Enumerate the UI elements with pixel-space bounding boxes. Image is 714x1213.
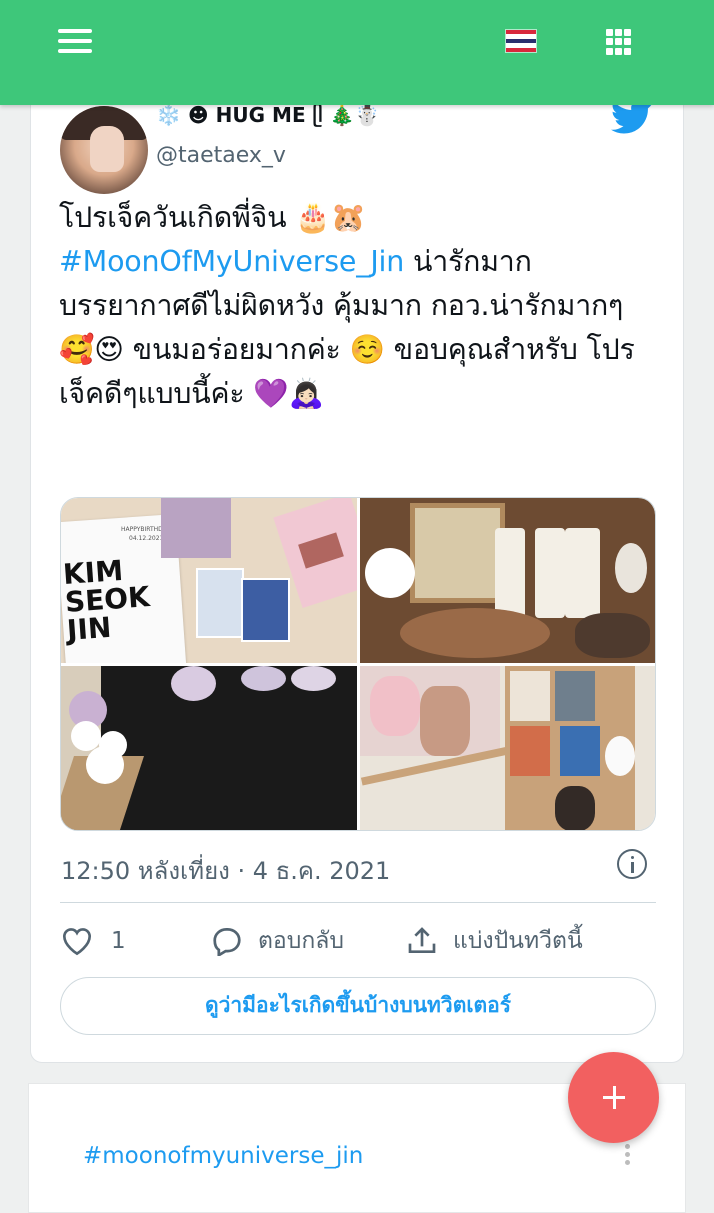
- tweet-text-after-hashtag: น่ารักมาก: [404, 245, 532, 278]
- hamburger-menu-icon[interactable]: [58, 27, 94, 55]
- hashtag-link[interactable]: #MoonOfMyUniverse_Jin: [59, 245, 404, 278]
- user-handle[interactable]: @taetaex_v: [156, 143, 286, 168]
- tweet-media-grid[interactable]: HAPPYBIRTHDAY 04.12.2021 KIM SEOK JIN: [60, 497, 656, 831]
- thailand-flag-icon[interactable]: [505, 29, 537, 53]
- photo1-date-text: 04.12.2021: [129, 535, 164, 542]
- tweet-card: ❄️ ☻ HUG ME ᥫ 🎄☃️ @taetaex_v โปรเจ็ควันเ…: [30, 60, 684, 1063]
- top-bar: [0, 0, 714, 105]
- info-icon[interactable]: [617, 849, 647, 879]
- see-more-on-twitter-button[interactable]: ดูว่ามีอะไรเกิดขึ้นบ้างบนทวิตเตอร์: [60, 977, 656, 1035]
- divider: [60, 902, 656, 903]
- grid-apps-icon[interactable]: [606, 29, 632, 55]
- like-count: 1: [111, 928, 126, 954]
- tweet-text-line1: โปรเจ็ควันเกิดพี่จิน 🎂🐹: [59, 201, 366, 234]
- tweet-text: โปรเจ็ควันเกิดพี่จิน 🎂🐹 #MoonOfMyUnivers…: [59, 196, 659, 416]
- reply-bubble-icon: [213, 928, 241, 956]
- tweet-text-rest: บรรยากาศดีไม่ผิดหวัง คุ้มมาก กอว.น่ารักม…: [59, 289, 635, 410]
- heart-icon: [62, 928, 92, 956]
- tweet-actions: 1 ตอบกลับ แบ่งปันทวีตนี้: [61, 923, 661, 959]
- share-button[interactable]: แบ่งปันทวีตนี้: [405, 923, 583, 959]
- tweet-timestamp[interactable]: 12:50 หลังเที่ยง · 4 ธ.ค. 2021: [61, 851, 390, 890]
- plus-icon[interactable]: [568, 1052, 659, 1143]
- photo-3[interactable]: [61, 666, 357, 830]
- photo-1[interactable]: HAPPYBIRTHDAY 04.12.2021 KIM SEOK JIN: [61, 498, 357, 663]
- share-label: แบ่งปันทวีตนี้: [453, 928, 583, 954]
- avatar[interactable]: [60, 106, 148, 194]
- more-options-icon[interactable]: [625, 1144, 631, 1165]
- reply-label: ตอบกลับ: [258, 928, 344, 954]
- reply-button[interactable]: ตอบกลับ: [210, 923, 344, 959]
- share-icon: [408, 927, 436, 953]
- photo1-card-text: KIM SEOK JIN: [61, 553, 151, 647]
- photo-2[interactable]: [360, 498, 655, 663]
- like-button[interactable]: 1: [61, 923, 126, 959]
- tweet-text-line2: #MoonOfMyUniverse_Jin น่ารักมาก: [59, 240, 659, 284]
- display-name[interactable]: ❄️ ☻ HUG ME ᥫ 🎄☃️: [156, 103, 379, 127]
- hashtag-link-next[interactable]: #moonofmyuniverse_jin: [83, 1143, 363, 1169]
- photo-4[interactable]: [360, 666, 655, 830]
